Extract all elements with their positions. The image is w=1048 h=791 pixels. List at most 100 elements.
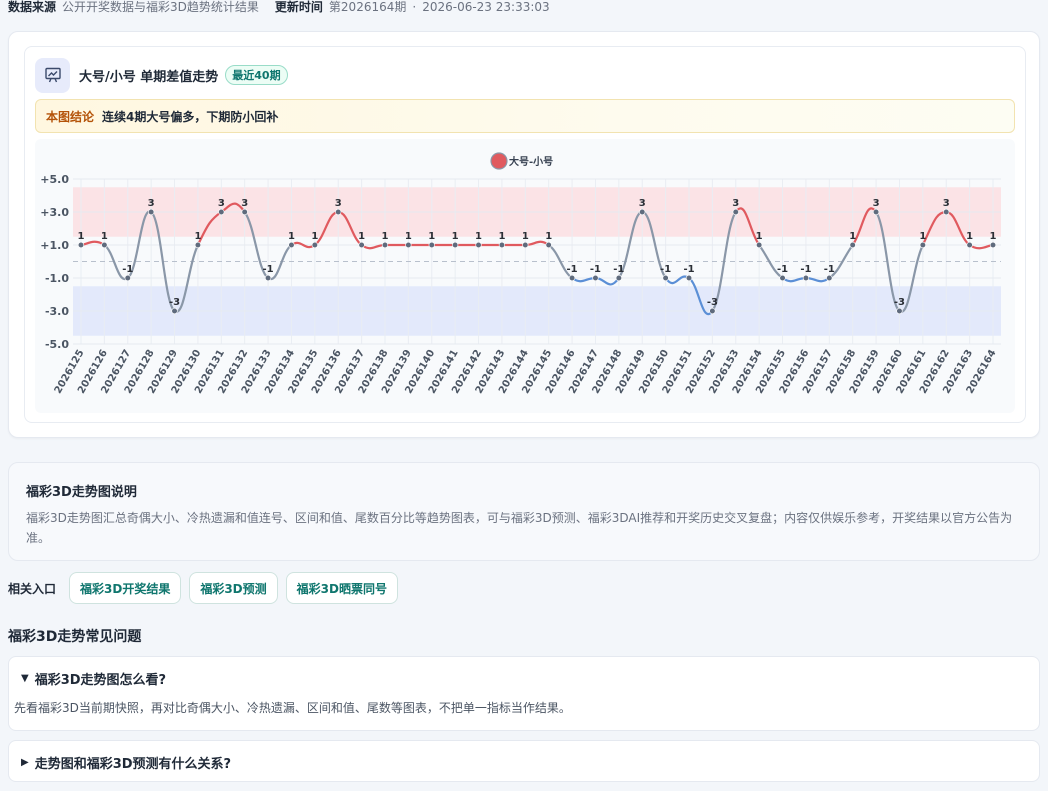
data-label: 1 <box>756 231 763 242</box>
data-label: -1 <box>824 264 835 275</box>
data-label: 1 <box>405 231 412 242</box>
description-card: 福彩3D走势图说明 福彩3D走势图汇总奇偶大小、冷热遗漏和值连号、区间和值、尾数… <box>8 462 1040 561</box>
data-point <box>475 241 482 249</box>
data-source-line: 数据来源 公开开奖数据与福彩3D趋势统计结果 更新时间 第2026164期 · 2026-… <box>8 0 550 14</box>
data-label: -3 <box>894 297 905 308</box>
data-label: 1 <box>498 231 505 242</box>
data-label: 3 <box>218 198 225 209</box>
data-label: 1 <box>990 231 997 242</box>
y-tick-label: -1.0 <box>45 272 69 285</box>
data-label: 1 <box>919 231 926 242</box>
data-label: 1 <box>358 231 365 242</box>
data-label: -1 <box>800 264 811 275</box>
data-point <box>662 274 669 282</box>
data-label: 1 <box>452 231 459 242</box>
data-point <box>989 241 997 249</box>
y-tick-label: +3.0 <box>40 206 69 219</box>
data-label: 1 <box>311 231 318 242</box>
data-point <box>685 274 693 282</box>
chart-conclusion: 本图结论 连续4期大号偏多，下期防小回补 <box>35 99 1015 133</box>
source-label: 数据来源 <box>8 0 57 14</box>
data-point <box>779 274 786 282</box>
presentation-chart-icon <box>35 57 70 93</box>
data-point <box>405 241 412 249</box>
period-badge: 最近40期 <box>225 65 288 85</box>
data-point <box>639 208 646 216</box>
data-point <box>732 208 739 216</box>
data-point <box>802 274 810 282</box>
conclusion-label: 本图结论 <box>46 109 95 124</box>
data-label: 1 <box>101 231 108 242</box>
data-label: 3 <box>241 198 248 209</box>
data-point <box>264 274 272 282</box>
data-label: 3 <box>148 198 155 209</box>
faq-question-text: 走势图和福彩3D预测有什么关系? <box>34 756 232 772</box>
faq-item-open: ▼ 福彩3D走势图怎么看? 先看福彩3D当前期快照，再对比奇偶大小、冷热遗漏、区… <box>8 656 1040 731</box>
data-label: 3 <box>732 198 739 209</box>
data-point <box>311 241 318 249</box>
data-label: -1 <box>660 264 671 275</box>
data-label: -1 <box>567 264 578 275</box>
data-point <box>288 241 295 249</box>
data-label: -1 <box>683 264 694 275</box>
data-point <box>872 208 880 216</box>
chart-card: 大号/小号 单期差值走势 最近40期 本图结论 连续4期大号偏多，下期防小回补 … <box>24 46 1026 423</box>
data-label: 1 <box>522 231 529 242</box>
chart-svg: +5.0 +3.0 +1.0 -1.0 -3.0 -5.0 1 1 -1 3 -3 1 3 3 -1 1 1 3 1… <box>40 152 1001 396</box>
series-line-segment <box>664 275 690 285</box>
chart-title: 大号/小号 单期差值走势 <box>79 69 219 85</box>
data-label: 1 <box>545 231 552 242</box>
update-issue: 第2026164期 <box>328 0 407 14</box>
data-label: 3 <box>639 198 646 209</box>
data-point <box>849 241 856 249</box>
data-point <box>452 241 459 249</box>
data-point <box>358 241 365 249</box>
data-point <box>592 274 599 282</box>
data-label: 1 <box>288 231 295 242</box>
data-point <box>826 274 833 282</box>
data-point <box>77 241 85 249</box>
data-label: 3 <box>873 198 880 209</box>
faq-item-closed: ▶ 走势图和福彩3D预测有什么关系? <box>8 740 1040 782</box>
data-point <box>498 241 506 249</box>
faq-question[interactable]: ▼ 福彩3D走势图怎么看? <box>21 657 1027 699</box>
y-tick-label: -3.0 <box>45 305 69 318</box>
data-label: -1 <box>613 264 624 275</box>
source-value: 公开开奖数据与福彩3D趋势统计结果 <box>62 0 259 14</box>
data-point <box>522 241 529 249</box>
legend-label: 大号-小号 <box>509 155 553 168</box>
data-point <box>545 241 552 249</box>
data-label: 1 <box>194 231 201 242</box>
data-label: -3 <box>707 297 718 308</box>
link-shared-tickets[interactable]: 福彩3D晒票同号 <box>285 572 398 604</box>
data-label: 1 <box>849 231 856 242</box>
faq-question[interactable]: ▶ 走势图和福彩3D预测有什么关系? <box>21 741 1027 783</box>
faq-answer: 先看福彩3D当前期快照，再对比奇偶大小、冷热遗漏、区间和值、尾数等图表，不把单一… <box>14 701 571 715</box>
data-point <box>756 241 763 249</box>
data-point <box>148 208 155 216</box>
related-label: 相关入口 <box>8 581 57 596</box>
data-point <box>428 241 435 249</box>
faq-title: 福彩3D走势常见问题 <box>8 629 142 645</box>
data-point <box>171 307 178 315</box>
data-point <box>966 241 973 249</box>
link-prediction[interactable]: 福彩3D预测 <box>189 572 278 604</box>
data-label: 1 <box>428 231 435 242</box>
data-point <box>896 307 903 315</box>
data-label: 1 <box>966 231 973 242</box>
update-time: 2026-06-23 23:33:03 <box>422 0 550 14</box>
data-point <box>919 241 926 249</box>
data-label: 1 <box>382 231 389 242</box>
separator: · <box>412 0 417 14</box>
conclusion-text: 连续4期大号偏多，下期防小回补 <box>102 109 279 124</box>
data-point <box>218 208 225 216</box>
data-label: 3 <box>943 198 950 209</box>
line-chart: +5.0 +3.0 +1.0 -1.0 -3.0 -5.0 1 1 -1 3 -3 1 3 3 -1 1 1 3 1… <box>35 139 1015 413</box>
link-draw-results[interactable]: 福彩3D开奖结果 <box>69 572 182 604</box>
data-label: -1 <box>777 264 788 275</box>
data-point <box>615 274 622 282</box>
update-label: 更新时间 <box>274 0 323 14</box>
data-point <box>943 208 950 216</box>
legend-marker <box>490 152 508 170</box>
data-label: -3 <box>169 297 180 308</box>
